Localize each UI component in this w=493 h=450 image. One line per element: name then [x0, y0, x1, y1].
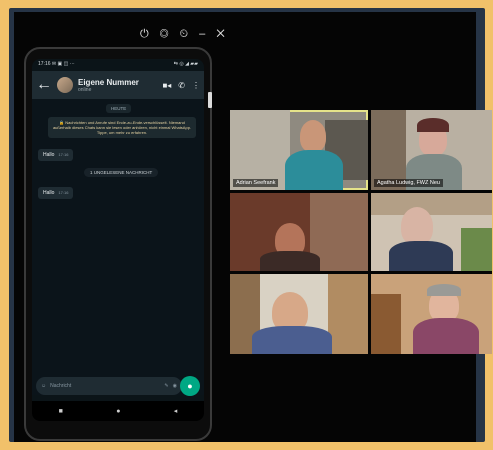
video-tile[interactable]: Adrian Seefrank: [230, 110, 368, 190]
video-tile[interactable]: [371, 274, 492, 354]
more-menu-icon[interactable]: ⋮: [192, 81, 200, 90]
message-bubble[interactable]: Hallo 17:16: [38, 149, 74, 161]
message-text: Hallo: [43, 152, 55, 158]
chat-subtitle: online: [78, 86, 92, 93]
avatar[interactable]: [57, 77, 73, 93]
video-tile[interactable]: Agatha Ludwig, FWZ Neu: [371, 110, 492, 190]
input-placeholder: Nachricht: [50, 383, 72, 389]
back-arrow-icon[interactable]: ←: [36, 76, 52, 94]
phone-mirror-window: 17:16 ✉ ▣ ◫ ··· ⇆ ◎ ◢ ▰▰ ← Eigene Nummer…: [24, 47, 212, 441]
android-nav-bar: ■ ● ◂: [32, 401, 204, 421]
back-icon[interactable]: ◂: [174, 407, 178, 415]
window-controls[interactable]: ⏻ ◎ ⏲ – ✕: [140, 28, 229, 41]
status-left: 17:16 ✉ ▣ ◫ ···: [38, 61, 75, 67]
chat-area: HEUTE 🔒 Nachrichten und Anrufe sind Ende…: [32, 99, 204, 395]
unread-label: 1 UNGELESENE NACHRICHT: [84, 168, 159, 177]
participant-name: Agatha Ludwig, FWZ Neu: [374, 179, 443, 187]
message-text: Hallo: [43, 190, 55, 196]
phone-screen: 17:16 ✉ ▣ ◫ ··· ⇆ ◎ ◢ ▰▰ ← Eigene Nummer…: [32, 59, 204, 421]
day-label: HEUTE: [106, 104, 132, 113]
participant-name: Adrian Seefrank: [233, 179, 279, 187]
video-call-icon[interactable]: ■◂: [162, 81, 171, 90]
message-time: 17:16: [58, 152, 69, 157]
video-tile[interactable]: [230, 193, 368, 271]
status-right: ⇆ ◎ ◢ ▰▰: [173, 61, 198, 67]
message-bubble[interactable]: Hallo 17:16: [38, 187, 74, 199]
phone-call-icon[interactable]: ✆: [178, 81, 185, 90]
home-icon[interactable]: ●: [116, 408, 120, 415]
video-tile[interactable]: [230, 274, 368, 354]
microphone-icon[interactable]: ●: [180, 376, 200, 396]
chat-header: ← Eigene Nummer online ■◂ ✆ ⋮: [32, 71, 204, 99]
attach-icon[interactable]: ✎: [164, 383, 168, 389]
phone-side-button: [208, 92, 212, 108]
video-tile[interactable]: [371, 193, 492, 271]
photo-frame: ⏻ ◎ ⏲ – ✕ 17:16 ✉ ▣ ◫ ··· ⇆ ◎ ◢ ▰▰ ← Eig…: [0, 0, 493, 450]
camera-icon[interactable]: ◉: [173, 383, 177, 389]
emoji-icon[interactable]: ☺: [41, 383, 46, 389]
message-time: 17:16: [58, 190, 69, 195]
message-input[interactable]: ☺ Nachricht ✎ ◉: [36, 377, 182, 395]
security-notice[interactable]: 🔒 Nachrichten und Anrufe sind Ende-zu-En…: [48, 117, 196, 138]
chat-title[interactable]: Eigene Nummer: [78, 78, 157, 87]
phone-status-bar: 17:16 ✉ ▣ ◫ ··· ⇆ ◎ ◢ ▰▰: [32, 59, 204, 71]
recents-icon[interactable]: ■: [59, 408, 63, 415]
video-grid: Adrian Seefrank Agatha Ludwig, FWZ Neu: [230, 110, 492, 354]
